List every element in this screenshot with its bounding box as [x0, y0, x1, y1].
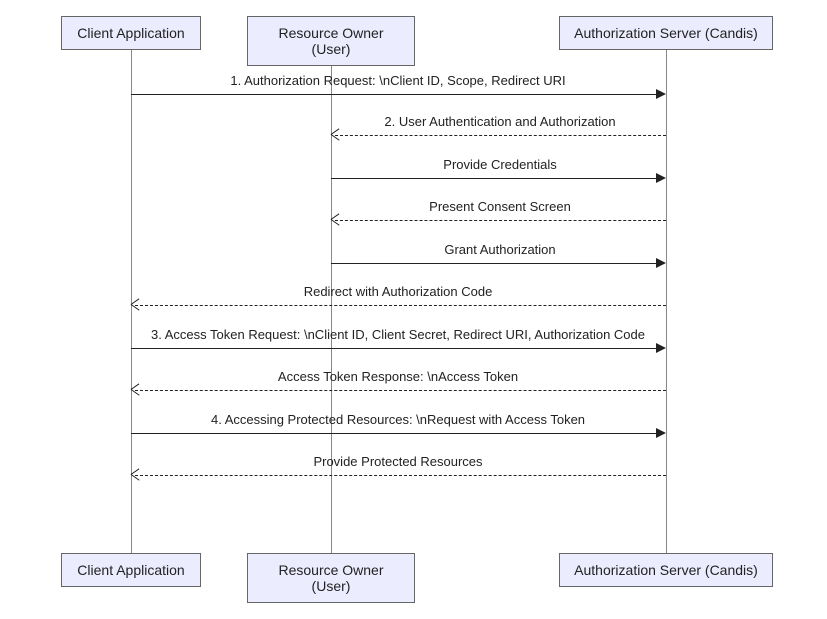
arrow-head	[656, 258, 666, 268]
message-3-arrow	[331, 178, 656, 179]
message-7-label: 3. Access Token Request: \nClient ID, Cl…	[151, 327, 645, 342]
actor-label: Authorization Server (Candis)	[574, 562, 758, 578]
actor-label: Client Application	[77, 562, 184, 578]
message-1-arrow	[131, 94, 656, 95]
actor-label: Client Application	[77, 25, 184, 41]
actor-owner-top: Resource Owner (User)	[247, 16, 415, 66]
actor-label: Resource Owner (User)	[278, 25, 383, 57]
actor-server-bottom: Authorization Server (Candis)	[559, 553, 773, 587]
lifeline-owner	[331, 50, 332, 553]
arrow-head	[656, 428, 666, 438]
message-6-label: Redirect with Authorization Code	[304, 284, 493, 299]
message-5-label: Grant Authorization	[444, 242, 555, 257]
message-2-label: 2. User Authentication and Authorization	[384, 114, 615, 129]
message-9-arrow	[131, 433, 656, 434]
arrow-head	[131, 385, 141, 395]
arrow-head	[331, 130, 341, 140]
arrow-head	[331, 215, 341, 225]
message-5-arrow	[331, 263, 656, 264]
message-10-arrow	[135, 475, 666, 476]
actor-label: Resource Owner (User)	[278, 562, 383, 594]
message-8-label: Access Token Response: \nAccess Token	[278, 369, 518, 384]
arrow-head	[656, 89, 666, 99]
actor-client-bottom: Client Application	[61, 553, 201, 587]
message-9-label: 4. Accessing Protected Resources: \nRequ…	[211, 412, 585, 427]
message-8-arrow	[135, 390, 666, 391]
arrow-head	[656, 173, 666, 183]
arrow-head	[656, 343, 666, 353]
message-4-label: Present Consent Screen	[429, 199, 571, 214]
sequence-diagram: Client Application Resource Owner (User)…	[0, 0, 827, 619]
message-4-arrow	[335, 220, 666, 221]
message-7-arrow	[131, 348, 656, 349]
actor-server-top: Authorization Server (Candis)	[559, 16, 773, 50]
message-2-arrow	[335, 135, 666, 136]
arrow-head	[131, 470, 141, 480]
message-6-arrow	[135, 305, 666, 306]
actor-client-top: Client Application	[61, 16, 201, 50]
message-10-label: Provide Protected Resources	[313, 454, 482, 469]
lifeline-server	[666, 50, 667, 553]
actor-label: Authorization Server (Candis)	[574, 25, 758, 41]
arrow-head	[131, 300, 141, 310]
message-1-label: 1. Authorization Request: \nClient ID, S…	[230, 73, 565, 88]
actor-owner-bottom: Resource Owner (User)	[247, 553, 415, 603]
message-3-label: Provide Credentials	[443, 157, 556, 172]
